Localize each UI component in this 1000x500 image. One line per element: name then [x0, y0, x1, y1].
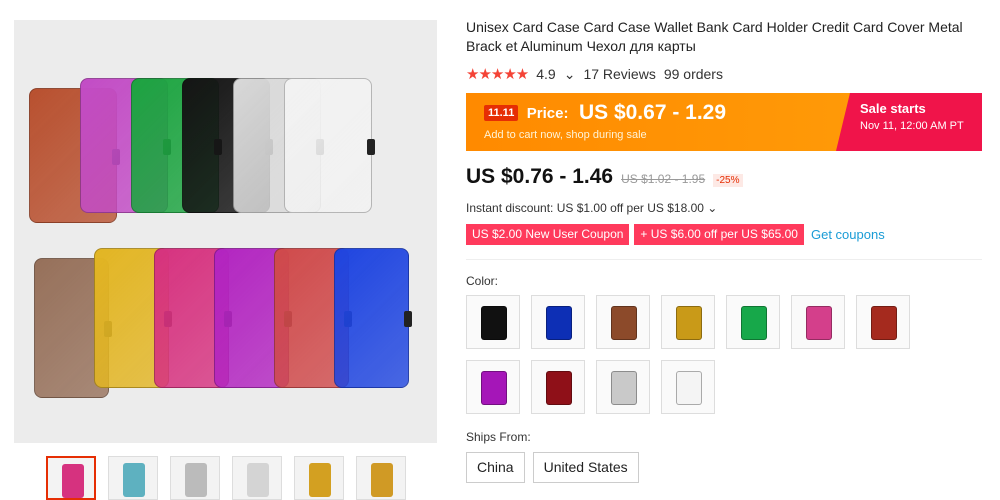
sale-price-label: Price: [526, 104, 569, 122]
ship-option-united-states[interactable]: United States [532, 452, 639, 483]
color-swatch[interactable] [726, 295, 780, 349]
card-case-chip [611, 371, 637, 405]
thumbnail-2[interactable] [108, 456, 158, 500]
color-swatch[interactable] [531, 295, 585, 349]
divider [466, 259, 982, 260]
color-swatch[interactable] [856, 295, 910, 349]
store-coupon[interactable]: + US $6.00 off per US $65.00 [634, 224, 804, 245]
sale-start-title: Sale starts [860, 101, 926, 116]
ships-from-label: Ships From: [466, 430, 531, 444]
card-case-chip [481, 306, 507, 340]
color-swatch[interactable] [531, 360, 585, 414]
card-case [284, 78, 375, 213]
sale-start-box: Sale starts Nov 11, 12:00 AM PT [836, 93, 982, 151]
ship-option-china[interactable]: China [466, 452, 525, 483]
coupon-row: US $2.00 New User Coupon + US $6.00 off … [466, 224, 986, 245]
thumbnail-4[interactable] [232, 456, 282, 500]
card-case-chip [546, 371, 572, 405]
card-case-chip [611, 306, 637, 340]
instant-discount[interactable]: Instant discount: US $1.00 off per US $1… [466, 201, 986, 215]
sale-price: US $0.67 - 1.29 [578, 101, 727, 124]
thumbnail-6[interactable] [356, 456, 406, 500]
sale-subtitle: Add to cart now, shop during sale [484, 129, 647, 141]
thumbnail-1[interactable] [46, 456, 96, 500]
thumbnail-strip [46, 456, 406, 500]
current-price: US $0.76 - 1.46 [466, 165, 614, 188]
price-row: US $0.76 - 1.46 US $1.02 - 1.95 -25% [466, 165, 986, 189]
thumbnail-3[interactable] [170, 456, 220, 500]
rating-row: ★★★★★ 4.9 ⌄ 17 Reviews 99 orders [466, 65, 986, 84]
product-title: Unisex Card Case Card Case Wallet Bank C… [466, 19, 963, 54]
card-case-chip [806, 306, 832, 340]
card-case-chip [741, 306, 767, 340]
color-swatch[interactable] [466, 360, 520, 414]
chevron-down-icon[interactable]: ⌄ [564, 66, 576, 83]
card-case-chip [676, 306, 702, 340]
card-case [334, 248, 412, 388]
color-swatch[interactable] [596, 295, 650, 349]
color-swatch[interactable] [466, 295, 520, 349]
color-label: Color: [466, 274, 499, 288]
main-product-image[interactable] [14, 20, 437, 443]
reviews-link[interactable]: 17 Reviews [583, 66, 655, 82]
discount-badge: -25% [713, 174, 743, 187]
sale-banner: 11.11 Price: US $0.67 - 1.29 Add to cart… [466, 93, 982, 151]
color-swatch[interactable] [661, 295, 715, 349]
card-case-chip [871, 306, 897, 340]
card-case-chip [481, 371, 507, 405]
color-swatch[interactable] [661, 360, 715, 414]
ships-from-options: China United States [466, 452, 986, 483]
original-price: US $1.02 - 1.95 [621, 172, 706, 186]
color-swatch[interactable] [791, 295, 845, 349]
orders-count: 99 orders [663, 66, 723, 82]
product-info: Unisex Card Case Card Case Wallet Bank C… [466, 18, 986, 483]
color-swatches [466, 295, 986, 414]
new-user-coupon[interactable]: US $2.00 New User Coupon [466, 224, 630, 245]
rating-value: 4.9 [536, 66, 556, 82]
card-case-chip [546, 306, 572, 340]
get-coupons-link[interactable]: Get coupons [811, 227, 885, 242]
sale-1111-badge: 11.11 [484, 105, 519, 121]
thumbnail-5[interactable] [294, 456, 344, 500]
color-swatch[interactable] [596, 360, 650, 414]
card-case-chip [676, 371, 702, 405]
sale-start-date: Nov 11, 12:00 AM PT [860, 120, 964, 132]
star-rating-icon: ★★★★★ [466, 66, 529, 83]
